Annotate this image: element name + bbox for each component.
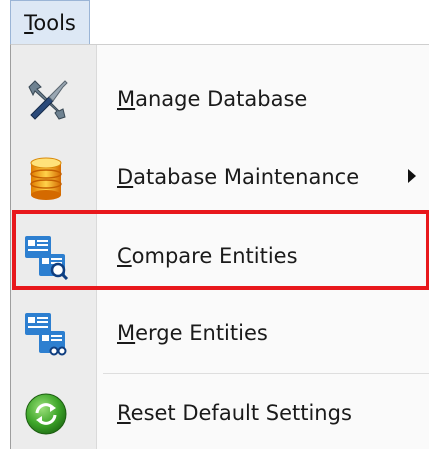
menu-item-database-maintenance[interactable]: Database Maintenance xyxy=(11,141,429,213)
menu-item-label: Compare Entities xyxy=(117,244,298,268)
menu-tools-label: Tools xyxy=(24,10,76,35)
menu-item-label: Database Maintenance xyxy=(117,165,360,189)
menu-item-merge-entities[interactable]: Merge Entities xyxy=(11,297,429,369)
menu-item-reset-default-settings[interactable]: Reset Default Settings xyxy=(11,377,429,449)
menu-item-label: Manage Database xyxy=(117,87,308,111)
tools-dropdown-menu: Manage Database Database Maintenance Com… xyxy=(10,44,429,449)
database-icon xyxy=(23,155,69,201)
reset-icon xyxy=(23,391,69,437)
menu-item-manage-database[interactable]: Manage Database xyxy=(11,63,429,135)
menu-item-label: Merge Entities xyxy=(117,321,268,345)
tools-icon xyxy=(23,77,69,123)
menu-tools[interactable]: Tools xyxy=(10,0,90,44)
menu-item-compare-entities[interactable]: Compare Entities xyxy=(11,220,429,292)
menu-item-label: Reset Default Settings xyxy=(117,401,352,425)
menu-separator xyxy=(103,373,429,374)
merge-entities-icon xyxy=(23,311,69,357)
compare-entities-icon xyxy=(23,234,69,281)
submenu-arrow-icon xyxy=(408,169,416,183)
